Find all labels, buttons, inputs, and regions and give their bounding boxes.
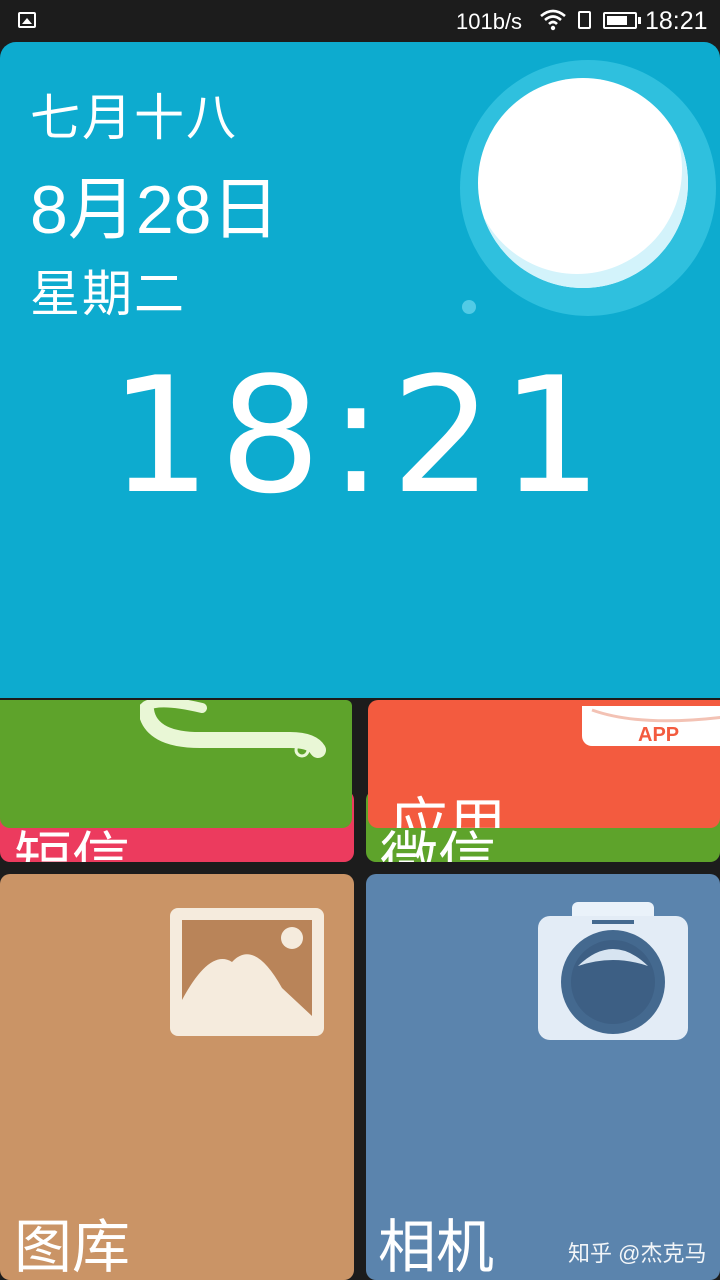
wifi-icon [540,9,566,31]
apps-label: 应用 [390,793,507,828]
status-time: 18:21 [645,7,708,35]
phone-tile[interactable] [0,700,352,828]
phone-handset-icon [140,700,326,758]
sim-icon [578,11,591,29]
battery-fill [607,16,627,25]
status-bar[interactable]: 101b/s 18:21 [0,0,720,42]
network-speed: 101b/s [456,9,523,34]
battery-icon [603,12,641,29]
app-badge: APP [638,724,680,746]
apps-tile[interactable]: APP 应用 [368,700,720,828]
camera-icon [538,902,688,1040]
big-clock: 18:21 [109,342,611,529]
lunar-date: 七月十八 [30,90,238,146]
image-notification-icon [18,12,36,28]
app-box-icon: APP [582,706,720,746]
gallery-tile[interactable]: 图库 [0,874,354,1280]
watermark: 知乎 @杰克马 [568,1241,707,1266]
gallery-label: 图库 [14,1215,131,1280]
date: 8月28日 [30,172,280,248]
gallery-icon [170,908,324,1036]
camera-label: 相机 [378,1215,495,1280]
camera-tile[interactable]: 相机 [366,874,720,1280]
clock-weather-widget[interactable]: 七月十八 8月28日 星期二 18:21 [0,42,720,698]
weekday: 星期二 [30,266,186,322]
decorative-dot [462,300,476,314]
sun-icon [478,78,688,288]
